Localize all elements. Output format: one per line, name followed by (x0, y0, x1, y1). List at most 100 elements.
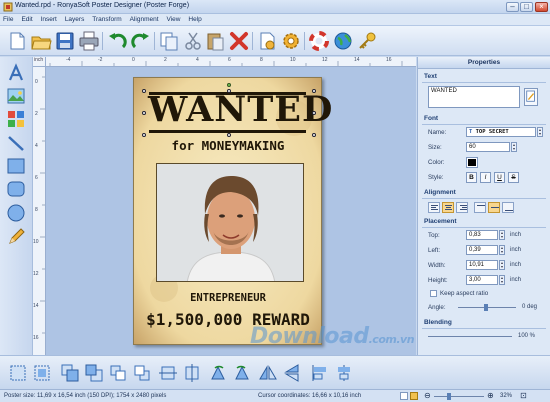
top-field[interactable]: 0,83 (466, 230, 498, 240)
fit-to-window-icon[interactable]: ⊡ (520, 391, 527, 400)
poster-subline[interactable]: for MONEYMAKING (144, 138, 312, 153)
select-all-button[interactable] (8, 363, 28, 383)
minimize-button[interactable]: – (506, 2, 519, 12)
zoom-slider[interactable] (434, 396, 484, 397)
print-button[interactable] (78, 30, 100, 52)
rectangle-tool[interactable] (6, 156, 26, 176)
flip-horizontal-button[interactable] (258, 363, 278, 383)
close-button[interactable]: × (535, 2, 548, 12)
portrait-photo[interactable] (156, 163, 304, 282)
menu-layers[interactable]: Layers (62, 14, 88, 25)
rotate-right-button[interactable] (232, 363, 252, 383)
menu-file[interactable]: File (0, 14, 16, 25)
font-size-label: Size: (428, 144, 442, 151)
bring-to-front-button[interactable] (60, 363, 80, 383)
website-button[interactable] (332, 30, 354, 52)
align-middle-button[interactable] (488, 202, 500, 213)
font-size-field[interactable]: 60 (466, 142, 510, 152)
resize-handle-w[interactable] (142, 111, 146, 115)
zoom-in-icon[interactable]: ⊕ (487, 391, 494, 400)
height-field[interactable]: 3,00 (466, 275, 498, 285)
poster-page[interactable]: WANTED for MONEYMAKING ENTREPRENEUR $1,5… (133, 77, 332, 345)
new-file-button[interactable] (6, 30, 28, 52)
align-bottom-button[interactable] (502, 202, 514, 213)
menu-insert[interactable]: Insert (38, 14, 60, 25)
bold-button[interactable]: B (466, 172, 477, 183)
align-right-button[interactable] (456, 202, 468, 213)
rotate-left-button[interactable] (208, 363, 228, 383)
edit-text-button[interactable] (524, 88, 538, 106)
font-name-dropdown-arrow[interactable] (537, 127, 543, 137)
height-spinner[interactable] (499, 275, 505, 285)
poster-headline[interactable]: WANTED (148, 92, 332, 128)
resize-handle-e[interactable] (312, 111, 316, 115)
strikeout-button[interactable]: S (508, 172, 519, 183)
resize-handle-nw[interactable] (142, 89, 146, 93)
menu-bar: File Edit Insert Layers Transform Alignm… (0, 14, 550, 26)
align-top-button[interactable] (474, 202, 486, 213)
font-name-select[interactable]: T TOP SECRET (466, 127, 536, 137)
view-mode-page-icon[interactable] (410, 392, 418, 400)
align-objects-left-button[interactable] (310, 363, 330, 383)
align-left-button[interactable] (428, 202, 440, 213)
resize-handle-n[interactable] (227, 89, 231, 93)
fit-height-button[interactable] (182, 363, 202, 383)
send-to-back-button[interactable] (84, 363, 104, 383)
view-mode-single-icon[interactable] (400, 392, 408, 400)
redo-button[interactable] (130, 30, 152, 52)
blending-slider[interactable] (428, 336, 512, 337)
width-field[interactable]: 10,91 (466, 260, 498, 270)
maximize-button[interactable]: □ (520, 2, 533, 12)
title-bar: Wanted.rpd - RonyaSoft Poster Designer (… (0, 0, 550, 14)
zoom-out-icon[interactable]: ⊖ (424, 391, 431, 400)
zoom-slider-thumb[interactable] (447, 393, 451, 400)
help-button[interactable] (308, 30, 330, 52)
fit-width-button[interactable] (158, 363, 178, 383)
resize-handle-s[interactable] (227, 133, 231, 137)
settings-button[interactable] (280, 30, 302, 52)
resize-handle-sw[interactable] (142, 133, 146, 137)
menu-view[interactable]: View (163, 14, 183, 25)
left-field[interactable]: 0,39 (466, 245, 498, 255)
copy-button[interactable] (158, 30, 180, 52)
top-spinner[interactable] (499, 230, 505, 240)
resize-handle-se[interactable] (312, 133, 316, 137)
image-tool[interactable] (6, 86, 26, 106)
clipart-tool[interactable] (6, 109, 26, 129)
group-button[interactable] (32, 363, 52, 383)
menu-transform[interactable]: Transform (89, 14, 124, 25)
align-center-button[interactable] (442, 202, 454, 213)
ellipse-tool[interactable] (6, 203, 26, 223)
keep-aspect-checkbox[interactable] (430, 290, 437, 297)
font-color-swatch[interactable] (466, 157, 478, 168)
menu-alignment[interactable]: Alignment (127, 14, 162, 25)
delete-button[interactable] (228, 30, 250, 52)
flip-vertical-button[interactable] (282, 363, 302, 383)
bring-forward-button[interactable] (108, 363, 128, 383)
rotate-handle[interactable] (227, 83, 231, 87)
poster-occupation[interactable]: ENTREPRENEUR (144, 292, 312, 304)
send-backward-button[interactable] (132, 363, 152, 383)
angle-slider-thumb[interactable] (484, 304, 488, 311)
resize-handle-ne[interactable] (312, 89, 316, 93)
save-button[interactable] (54, 30, 76, 52)
align-objects-center-button[interactable] (334, 363, 354, 383)
page-setup-button[interactable] (256, 30, 278, 52)
width-spinner[interactable] (499, 260, 505, 270)
register-button[interactable] (356, 30, 378, 52)
menu-edit[interactable]: Edit (18, 14, 35, 25)
pencil-tool[interactable] (6, 226, 26, 246)
underline-button[interactable]: U (494, 172, 505, 183)
text-content-field[interactable]: WANTED (428, 86, 520, 108)
cut-button[interactable] (182, 30, 204, 52)
left-spinner[interactable] (499, 245, 505, 255)
italic-button[interactable]: I (480, 172, 491, 183)
line-tool[interactable] (6, 133, 26, 153)
rounded-rectangle-tool[interactable] (6, 179, 26, 199)
paste-button[interactable] (204, 30, 226, 52)
font-size-dropdown-arrow[interactable] (511, 142, 517, 152)
menu-help[interactable]: Help (185, 14, 204, 25)
text-tool[interactable] (6, 63, 26, 83)
undo-button[interactable] (106, 30, 128, 52)
open-file-button[interactable] (30, 30, 52, 52)
